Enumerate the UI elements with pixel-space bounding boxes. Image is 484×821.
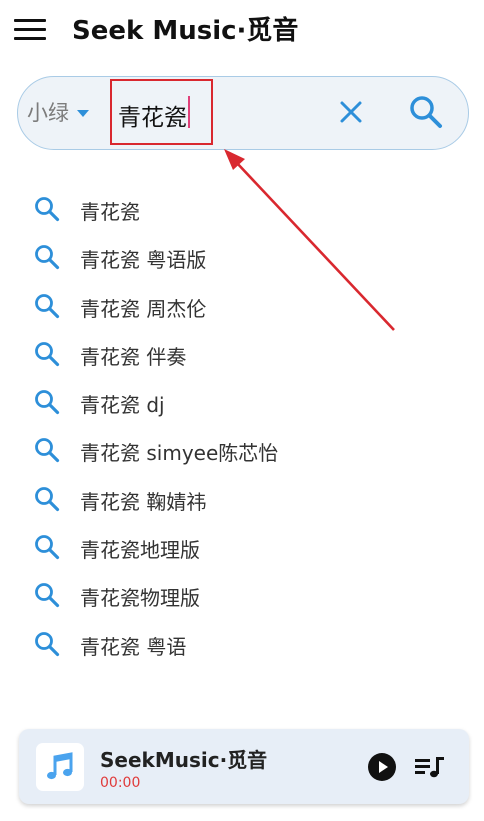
play-icon[interactable] [368,753,396,781]
suggestion-item[interactable]: 青花瓷 粤语 [0,619,484,667]
suggestion-item[interactable]: 青花瓷 伴奏 [0,329,484,377]
search-icon [35,631,60,656]
suggestion-text: 青花瓷 dj [80,393,165,418]
search-icon[interactable] [408,94,444,130]
suggestion-text: 青花瓷地理版 [80,538,200,563]
suggestion-item[interactable]: 青花瓷 周杰伦 [0,281,484,329]
app-header: Seek Music·觅音 [0,0,484,60]
search-input[interactable]: 青花瓷 [110,79,213,145]
suggestion-item[interactable]: 青花瓷物理版 [0,570,484,618]
search-icon [35,245,60,270]
mini-player[interactable]: SeekMusic·觅音 00:00 [19,729,469,804]
suggestion-item[interactable]: 青花瓷 粤语版 [0,232,484,280]
suggestion-text: 青花瓷 粤语 [80,634,187,659]
search-icon [35,341,60,366]
search-icon [35,390,60,415]
text-cursor [188,96,190,128]
suggestion-list: 青花瓷 青花瓷 粤语版 青花瓷 周杰伦 青花瓷 伴奏 青花瓷 dj 青花瓷 si… [0,184,484,667]
suggestion-item[interactable]: 青花瓷 [0,184,484,232]
search-icon [35,293,60,318]
search-bar: 小绿 青花瓷 [17,76,469,150]
playlist-icon[interactable] [415,754,445,780]
app-title: Seek Music·觅音 [72,16,299,46]
suggestion-text: 青花瓷 周杰伦 [80,296,207,321]
suggestion-item[interactable]: 青花瓷 simyee陈芯怡 [0,425,484,473]
search-icon [35,438,60,463]
player-song-title: SeekMusic·觅音 [100,748,268,772]
suggestion-text: 青花瓷物理版 [80,586,200,611]
suggestion-item[interactable]: 青花瓷 鞠婧祎 [0,474,484,522]
close-icon[interactable] [338,99,364,125]
search-input-value: 青花瓷 [118,105,187,131]
player-time: 00:00 [100,775,141,791]
source-dropdown-label: 小绿 [27,101,69,125]
suggestion-text: 青花瓷 伴奏 [80,344,187,369]
search-icon [35,583,60,608]
suggestion-text: 青花瓷 鞠婧祎 [80,489,207,514]
suggestion-text: 青花瓷 [80,200,140,224]
suggestion-item[interactable]: 青花瓷 dj [0,377,484,425]
suggestion-text: 青花瓷 simyee陈芯怡 [80,441,279,466]
dropdown-caret-icon [77,109,89,117]
suggestion-text: 青花瓷 粤语版 [80,248,207,273]
music-note-icon [47,752,73,780]
source-dropdown[interactable]: 小绿 [27,97,89,127]
suggestion-item[interactable]: 青花瓷地理版 [0,522,484,570]
search-icon [35,535,60,560]
album-cover [36,743,84,791]
search-icon [35,197,60,222]
search-icon [35,486,60,511]
hamburger-menu-icon[interactable] [14,15,48,43]
